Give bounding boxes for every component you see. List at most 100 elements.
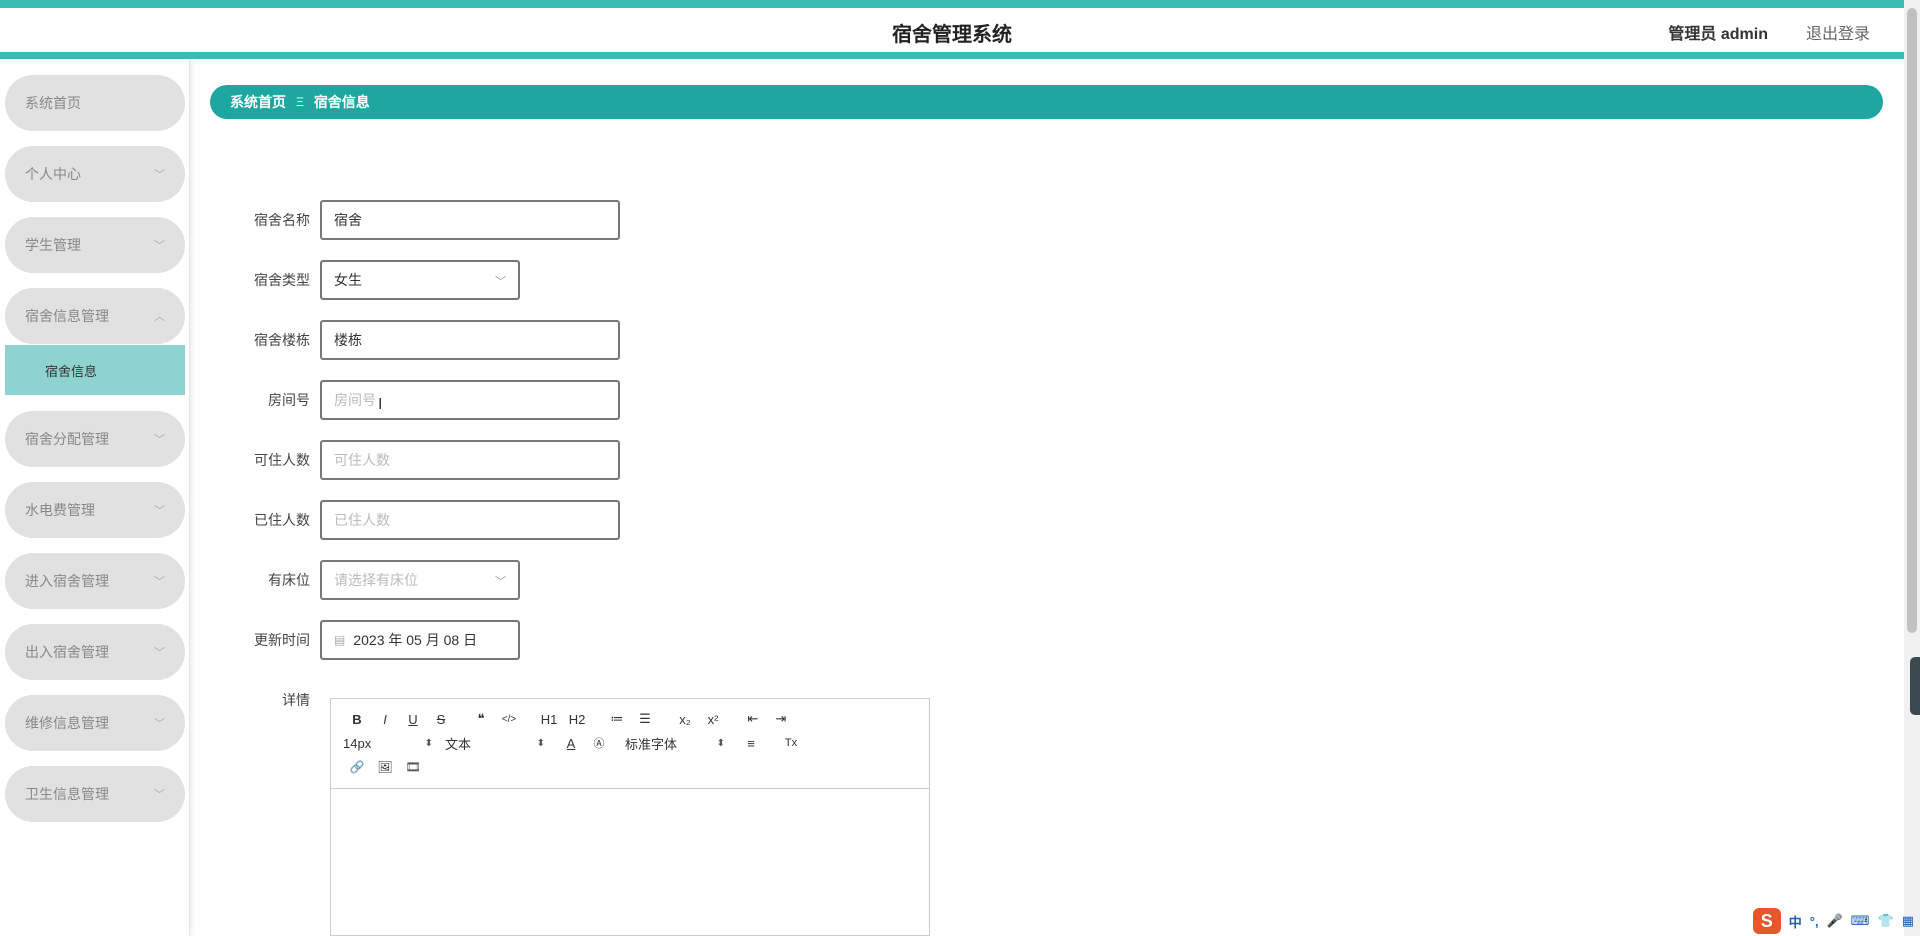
bed-available-label: 有床位 — [268, 572, 310, 588]
form-row-capacity: 可住人数 可住人数 — [240, 440, 620, 480]
text-cursor-icon: I — [378, 396, 383, 413]
breadcrumb-separator-icon: Ξ — [296, 95, 304, 109]
underline-icon[interactable]: U — [399, 707, 427, 731]
sidebar-item-students[interactable]: 学生管理 ﹀ — [5, 217, 185, 273]
top-accent-bar — [0, 0, 1920, 8]
strikethrough-icon[interactable]: S — [427, 707, 455, 731]
sidebar-item-label: 出入宿舍管理 — [25, 644, 109, 660]
ordered-list-icon[interactable]: ≔ — [603, 707, 631, 731]
app-title: 宿舍管理系统 — [892, 24, 1012, 46]
text-format-select[interactable]: 文本 ⬍ — [445, 734, 545, 753]
form-row-dorm-type: 宿舍类型 女生 ﹀ — [240, 260, 520, 300]
select-arrows-icon: ⬍ — [716, 737, 725, 749]
bed-available-select[interactable]: 请选择有床位 ﹀ — [320, 560, 520, 600]
dorm-type-value: 女生 — [334, 272, 362, 288]
chevron-down-icon: ﹀ — [495, 276, 506, 288]
indent-icon[interactable]: ⇥ — [767, 707, 795, 731]
update-time-picker[interactable]: ▤ 2023 年 05 月 08 日 — [320, 620, 520, 660]
logout-link[interactable]: 退出登录 — [1806, 20, 1870, 44]
toolbox-icon[interactable]: ▦ — [1902, 913, 1914, 929]
capacity-label: 可住人数 — [254, 452, 310, 468]
video-icon[interactable]: 🎞 — [399, 755, 427, 779]
breadcrumb: 系统首页 Ξ 宿舍信息 — [210, 85, 1883, 119]
font-size-value: 14px — [343, 735, 372, 751]
building-label: 宿舍楼栋 — [254, 332, 310, 348]
form-row-dorm-name: 宿舍名称 宿舍 — [240, 200, 620, 240]
editor-content-area[interactable] — [331, 789, 929, 935]
microphone-icon[interactable]: 🎤 — [1827, 913, 1843, 929]
font-family-select[interactable]: 标准字体 ⬍ — [625, 734, 725, 753]
sidebar-item-dorm-allocation[interactable]: 宿舍分配管理 ﹀ — [5, 411, 185, 467]
chinese-mode-icon[interactable]: 中 — [1789, 912, 1802, 931]
sidebar-subitem-dorm-info[interactable]: 宿舍信息 — [5, 345, 185, 395]
breadcrumb-current: 宿舍信息 — [313, 94, 370, 110]
sidebar-item-profile[interactable]: 个人中心 ﹀ — [5, 146, 185, 202]
form-row-building: 宿舍楼栋 楼栋 — [240, 320, 620, 360]
font-size-select[interactable]: 14px ⬍ — [343, 736, 433, 751]
scrollbar-thumb[interactable] — [1907, 8, 1917, 633]
heading2-icon[interactable]: H2 — [563, 707, 591, 731]
chevron-down-icon: ﹀ — [154, 647, 165, 659]
sidebar-item-label: 卫生信息管理 — [25, 786, 109, 802]
capacity-input[interactable]: 可住人数 — [320, 440, 620, 480]
building-input[interactable]: 楼栋 — [320, 320, 620, 360]
image-icon[interactable]: 🖼 — [371, 755, 399, 779]
italic-icon[interactable]: I — [371, 707, 399, 731]
sidebar-item-hygiene[interactable]: 卫生信息管理 ﹀ — [5, 766, 185, 822]
select-arrows-icon: ⬍ — [536, 737, 545, 749]
background-color-icon[interactable]: Ⓐ — [585, 731, 613, 755]
code-block-icon[interactable]: </> — [495, 707, 523, 731]
chevron-down-icon: ﹀ — [154, 169, 165, 181]
bed-available-placeholder: 请选择有床位 — [334, 572, 418, 588]
sidebar-item-utility-fees[interactable]: 水电费管理 ﹀ — [5, 482, 185, 538]
sidebar-item-repairs[interactable]: 维修信息管理 ﹀ — [5, 695, 185, 751]
side-handle[interactable] — [1910, 657, 1920, 715]
chevron-down-icon: ﹀ — [154, 718, 165, 730]
bullet-list-icon[interactable]: ☰ — [631, 707, 659, 731]
sogou-logo-icon[interactable]: S — [1752, 908, 1781, 934]
font-family-value: 标准字体 — [625, 736, 678, 752]
sidebar-item-label: 宿舍分配管理 — [25, 431, 109, 447]
page-scrollbar[interactable] — [1904, 0, 1920, 936]
sidebar-item-label: 维修信息管理 — [25, 715, 109, 731]
blockquote-icon[interactable]: ❝ — [467, 707, 495, 731]
punctuation-icon[interactable]: °, — [1810, 914, 1819, 929]
chevron-down-icon: ﹀ — [154, 789, 165, 801]
sidebar-item-dorm-access[interactable]: 出入宿舍管理 ﹀ — [5, 624, 185, 680]
chevron-up-icon: ︿ — [154, 311, 165, 323]
bold-icon[interactable]: B — [343, 707, 371, 731]
clear-format-icon[interactable]: Tx — [777, 731, 805, 755]
occupied-label: 已住人数 — [254, 512, 310, 528]
chevron-down-icon: ﹀ — [154, 505, 165, 517]
link-icon[interactable]: 🔗 — [343, 755, 371, 779]
dorm-type-label: 宿舍类型 — [254, 272, 310, 288]
text-format-value: 文本 — [445, 736, 472, 752]
header-divider — [0, 52, 1904, 59]
sidebar-item-label: 学生管理 — [25, 237, 81, 253]
superscript-icon[interactable]: x² — [699, 707, 727, 731]
dorm-type-select[interactable]: 女生 ﹀ — [320, 260, 520, 300]
sidebar-item-dorm-info[interactable]: 宿舍信息管理 ︿ — [5, 288, 185, 344]
sidebar: 系统首页 个人中心 ﹀ 学生管理 ﹀ 宿舍信息管理 ︿ 宿舍信息 宿舍分配管理 … — [0, 59, 190, 936]
update-time-value: 2023 年 05 月 08 日 — [353, 632, 478, 648]
occupied-input[interactable]: 已住人数 — [320, 500, 620, 540]
skin-icon[interactable]: 👕 — [1878, 913, 1894, 929]
heading1-icon[interactable]: H1 — [535, 707, 563, 731]
form-row-room-no: 房间号 房间号 — [240, 380, 620, 420]
select-arrows-icon: ⬍ — [424, 737, 433, 749]
align-icon[interactable]: ≡ — [737, 731, 765, 755]
room-no-input[interactable]: 房间号 — [320, 380, 620, 420]
keyboard-icon[interactable]: ⌨ — [1851, 913, 1870, 929]
dorm-name-label: 宿舍名称 — [254, 212, 310, 228]
font-color-icon[interactable]: A — [557, 731, 585, 755]
chevron-down-icon: ﹀ — [495, 576, 506, 588]
subscript-icon[interactable]: x₂ — [671, 707, 699, 731]
breadcrumb-home[interactable]: 系统首页 — [230, 92, 286, 112]
chevron-down-icon: ﹀ — [154, 434, 165, 446]
sidebar-item-dorm-entry[interactable]: 进入宿舍管理 ﹀ — [5, 553, 185, 609]
sidebar-item-label: 宿舍信息管理 — [25, 308, 109, 324]
sidebar-item-label: 水电费管理 — [25, 502, 95, 518]
dorm-name-input[interactable]: 宿舍 — [320, 200, 620, 240]
sidebar-item-home[interactable]: 系统首页 — [5, 75, 185, 131]
outdent-icon[interactable]: ⇤ — [739, 707, 767, 731]
